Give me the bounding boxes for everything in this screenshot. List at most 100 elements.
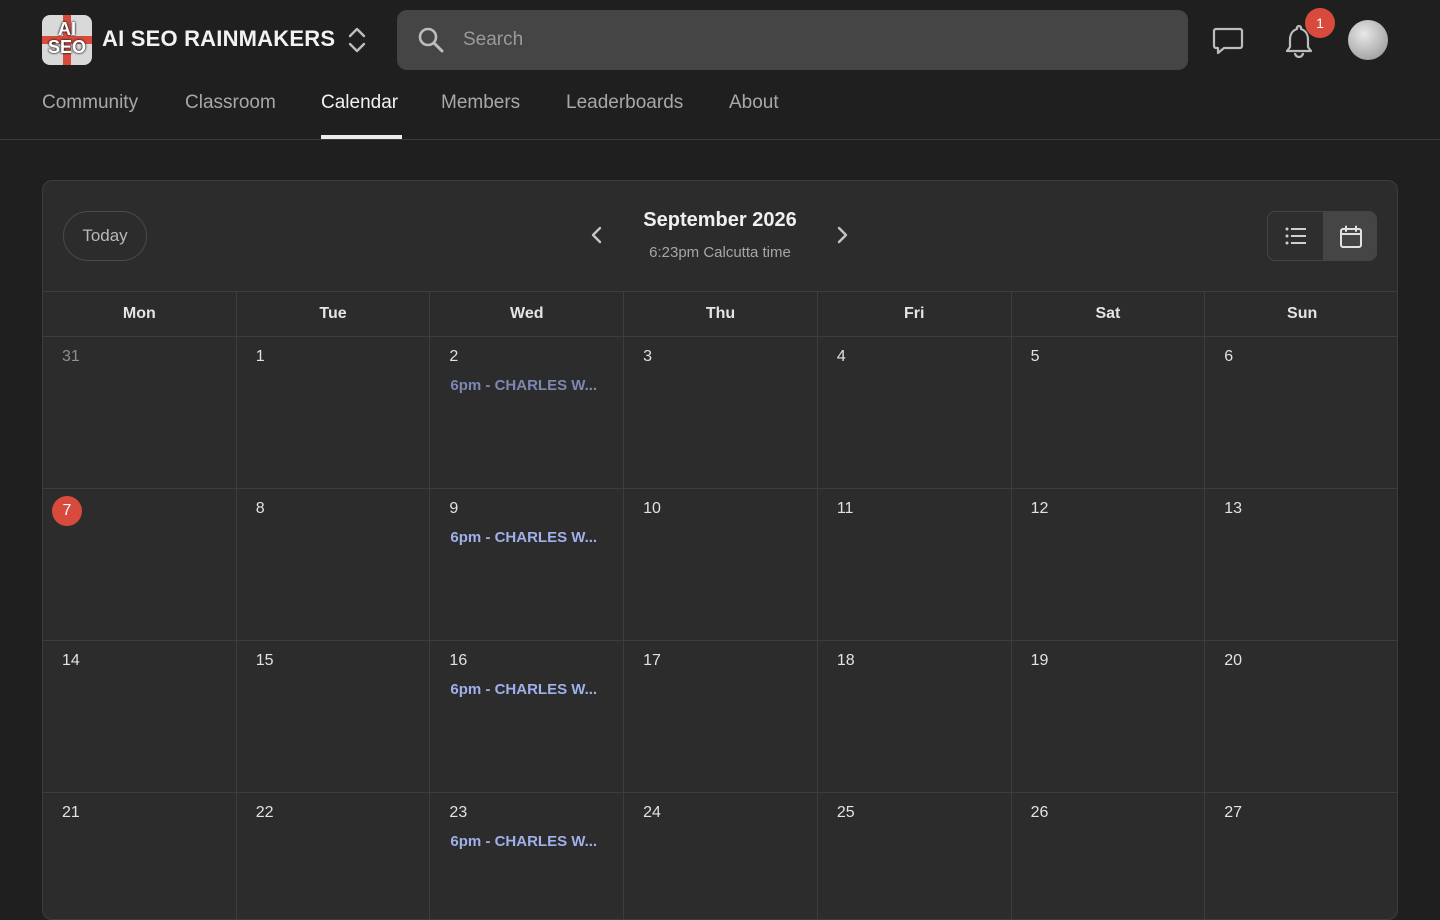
day-cell[interactable]: 8 (236, 489, 431, 641)
tab-about[interactable]: About (729, 92, 779, 114)
day-cell[interactable]: 25 (818, 793, 1012, 919)
day-cell[interactable]: 3 (624, 337, 818, 489)
notification-count-badge: 1 (1305, 8, 1335, 38)
search-bar[interactable] (397, 10, 1188, 70)
list-icon (1285, 227, 1306, 245)
logo-text: AI SEO (47, 19, 86, 57)
day-number: 3 (643, 348, 653, 365)
day-cell[interactable]: 12 (1011, 489, 1206, 641)
today-button[interactable]: Today (63, 211, 147, 261)
tab-calendar[interactable]: Calendar (321, 92, 398, 114)
calendar-event[interactable]: 6pm - CHARLES W... (450, 377, 610, 394)
weekday-label: Mon (43, 292, 237, 336)
day-cell[interactable]: 24 (624, 793, 818, 919)
tab-leaderboards[interactable]: Leaderboards (566, 92, 683, 114)
day-number: 17 (643, 652, 661, 669)
day-number: 23 (449, 804, 468, 821)
weekday-label: Thu (624, 292, 818, 336)
chevron-up-down-icon (348, 27, 366, 53)
chat-button[interactable] (1210, 22, 1246, 58)
day-number: 18 (836, 652, 855, 669)
day-cell[interactable]: 13 (1205, 489, 1397, 641)
day-cell[interactable]: 22 (237, 793, 431, 919)
community-switcher-button[interactable] (344, 24, 370, 56)
day-cell[interactable]: 2 6pm - CHARLES W... (430, 337, 625, 489)
day-cell[interactable]: 5 (1011, 337, 1206, 489)
day-cell[interactable]: 21 (43, 793, 237, 919)
calendar-event[interactable]: 6pm - CHARLES W... (450, 833, 610, 850)
weekday-label: Wed (430, 292, 625, 336)
day-cell[interactable]: 19 (1011, 641, 1206, 793)
day-number: 27 (1224, 804, 1243, 821)
day-number: 11 (836, 500, 854, 517)
day-number: 24 (643, 804, 661, 821)
community-logo[interactable]: AI SEO (42, 15, 92, 65)
view-toggle (1267, 211, 1377, 261)
day-number: 10 (643, 500, 661, 517)
day-cell[interactable]: 27 (1205, 793, 1397, 919)
day-cell[interactable]: 18 (817, 641, 1012, 793)
weekday-label: Sat (1012, 292, 1206, 336)
previous-month-button[interactable] (587, 223, 607, 247)
calendar-event[interactable]: 6pm - CHARLES W... (450, 529, 610, 546)
calendar-icon (1340, 225, 1362, 248)
day-number: 12 (1030, 500, 1049, 517)
day-number: 16 (449, 652, 468, 669)
day-cell[interactable]: 26 (1012, 793, 1206, 919)
day-cell[interactable]: 4 (817, 337, 1012, 489)
day-number: 25 (836, 804, 855, 821)
day-cell[interactable]: 16 6pm - CHARLES W... (430, 641, 625, 793)
chevron-left-icon (591, 226, 602, 244)
day-number: 6 (1224, 348, 1234, 365)
active-tab-indicator (321, 135, 402, 139)
day-cell[interactable]: 7 (43, 489, 237, 641)
tab-members[interactable]: Members (441, 92, 520, 114)
day-number: 2 (449, 348, 459, 365)
today-day-number: 7 (52, 496, 82, 526)
day-cell[interactable]: 9 6pm - CHARLES W... (430, 489, 625, 641)
day-number: 5 (1030, 348, 1040, 365)
weekday-label: Fri (818, 292, 1012, 336)
day-number: 8 (255, 500, 265, 517)
day-number: 1 (255, 348, 265, 365)
next-month-button[interactable] (832, 223, 852, 247)
day-number: 15 (255, 652, 274, 669)
month-title: September 2026 (643, 209, 797, 231)
day-cell[interactable]: 17 (624, 641, 818, 793)
weekday-label: Sun (1287, 305, 1318, 322)
day-cell[interactable]: 15 (236, 641, 431, 793)
month-grid: 31 1 2 6pm - CHARLES W... 3 4 5 6 7 8 9 6pm - CHARL… (43, 337, 1397, 919)
search-icon (418, 27, 444, 53)
list-view-button[interactable] (1268, 212, 1323, 260)
community-tabs: Community Classroom Calendar Members Lea… (0, 80, 1440, 140)
timezone-label: 6:23pm Calcutta time (649, 244, 791, 261)
chevron-right-icon (837, 226, 848, 244)
calendar-event[interactable]: 6pm - CHARLES W... (450, 681, 610, 698)
day-cell[interactable]: 11 (817, 489, 1012, 641)
day-cell[interactable]: 14 (43, 641, 237, 793)
weekday-label: Tue (237, 292, 431, 336)
tab-classroom[interactable]: Classroom (185, 92, 276, 114)
day-cell[interactable]: 6 (1205, 337, 1397, 489)
top-bar: AI SEO AI SEO RAINMAKERS 1 (0, 0, 1440, 80)
day-number: 19 (1030, 652, 1049, 669)
day-cell[interactable]: 10 (624, 489, 818, 641)
day-number: 20 (1224, 652, 1243, 669)
chat-bubble-icon (1212, 27, 1244, 55)
day-number: 9 (449, 500, 459, 517)
day-cell[interactable]: 1 (236, 337, 431, 489)
day-number: 14 (62, 652, 80, 669)
user-avatar[interactable] (1348, 20, 1388, 60)
day-number: 22 (255, 804, 274, 821)
calendar-view-button[interactable] (1323, 212, 1376, 260)
day-cell[interactable]: 20 (1205, 641, 1397, 793)
day-cell[interactable]: 23 6pm - CHARLES W... (430, 793, 625, 919)
community-name[interactable]: AI SEO RAINMAKERS (102, 26, 335, 52)
day-number: 21 (62, 804, 80, 821)
day-cell[interactable]: 31 (43, 337, 237, 489)
tab-community[interactable]: Community (42, 92, 138, 114)
day-number: 4 (836, 348, 846, 365)
search-input[interactable] (463, 10, 1163, 70)
day-number: 26 (1030, 804, 1049, 821)
calendar-card: Today September 2026 6:23pm Calcutta tim… (42, 180, 1398, 920)
